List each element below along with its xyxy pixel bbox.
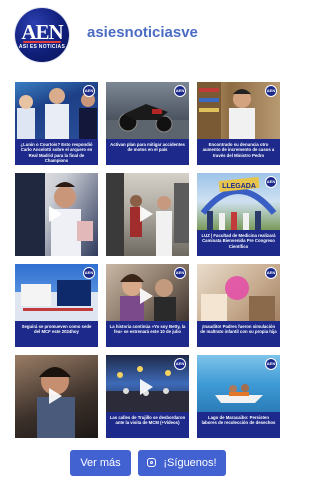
post-tile[interactable]: AEN ¡Inaudito! Padres fueron simulación … [197, 264, 280, 347]
post-badge: AEN [174, 85, 186, 97]
post-caption: ¿Lunin o Courtois? Esto respondió Carlo … [15, 139, 98, 165]
post-badge: AEN [265, 358, 277, 370]
post-caption: Lago de Maracaibo: Persisten labores de … [197, 412, 280, 438]
logo-swoosh [23, 41, 61, 43]
see-more-button[interactable]: Ver más [70, 450, 131, 476]
post-badge: AEN [265, 176, 277, 188]
instagram-icon [147, 458, 157, 467]
post-tile[interactable]: LLEGADA AEN LUZ | Facultad de Medicina r… [197, 173, 280, 256]
post-caption: LUZ | Facultad de Medicina realizará Cam… [197, 230, 280, 256]
post-caption: Las calles de Trujillo se desbordaron an… [106, 412, 189, 438]
banner-text: LLEGADA [222, 183, 256, 190]
post-tile[interactable] [106, 173, 189, 256]
post-tile[interactable]: AEN La historia continúa «Yo soy Betty, … [106, 264, 189, 347]
profile-handle[interactable]: asiesnoticiasve [87, 24, 198, 41]
post-tile[interactable]: AEN Las calles de Trujillo se desbordaro… [106, 355, 189, 438]
profile-logo[interactable]: AEN ASI ES NOTICIAS [15, 8, 69, 62]
profile-header: AEN ASI ES NOTICIAS asiesnoticiasve [0, 0, 291, 70]
logo-subtext: ASI ES NOTICIAS [18, 44, 66, 50]
follow-button-label: ¡Síguenos! [163, 457, 217, 469]
post-caption: Activan plan para mitigar accidentes de … [106, 139, 189, 165]
play-icon [49, 206, 62, 222]
post-badge: AEN [265, 85, 277, 97]
post-badge: AEN [174, 267, 186, 279]
post-tile[interactable]: AEN Encontrado su denuncia otro aumento … [197, 82, 280, 165]
post-caption: La historia continúa «Yo soy Betty, la f… [106, 321, 189, 347]
post-badge: AEN [83, 85, 95, 97]
play-icon [140, 379, 153, 395]
post-tile[interactable] [15, 173, 98, 256]
post-caption: Seguirá se promueven como sede del MCF e… [15, 321, 98, 347]
post-tile[interactable]: AEN Activan plan para mitigar accidentes… [106, 82, 189, 165]
play-icon [49, 388, 62, 404]
post-caption: Encontrado su denuncia otro aumento de i… [197, 139, 280, 165]
post-badge: AEN [83, 267, 95, 279]
post-badge: AEN [174, 358, 186, 370]
play-icon [140, 206, 153, 222]
post-badge: AEN [265, 267, 277, 279]
follow-button[interactable]: ¡Síguenos! [138, 450, 226, 476]
post-tile[interactable] [15, 355, 98, 438]
post-tile[interactable]: AEN Lago de Maracaibo: Persisten labores… [197, 355, 280, 438]
play-icon [140, 288, 153, 304]
post-tile[interactable]: AEN Seguirá se promueven como sede del M… [15, 264, 98, 347]
post-caption: ¡Inaudito! Padres fueron simulación de m… [197, 321, 280, 347]
post-tile[interactable]: AEN ¿Lunin o Courtois? Esto respondió Ca… [15, 82, 98, 165]
